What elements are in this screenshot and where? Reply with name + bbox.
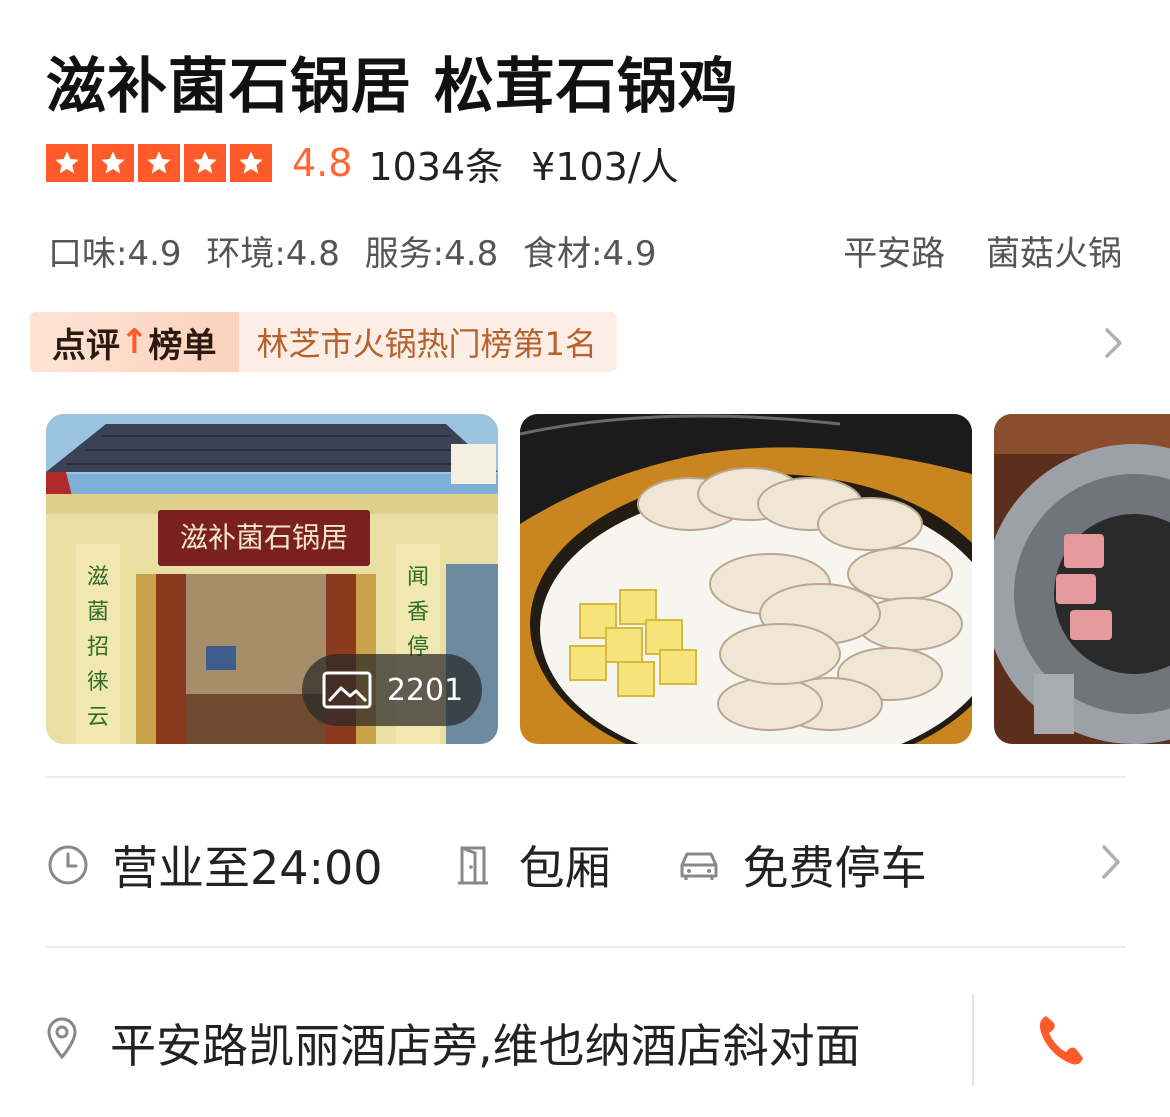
star-icon — [92, 144, 134, 182]
environment-score: 环境:4.8 — [206, 234, 340, 274]
hotpot-image — [994, 414, 1170, 744]
shop-title: 滋补菌石锅居 松茸石锅鸡 — [46, 52, 739, 122]
shop-info-row[interactable]: 营业至24:00 包厢 免费停车 — [46, 830, 1126, 900]
divider — [46, 946, 1126, 948]
door-icon — [457, 846, 488, 885]
clock-icon — [48, 845, 88, 885]
business-hours: 营业至24:00 — [46, 832, 383, 898]
storefront-photo[interactable]: 滋补菌石锅居 滋 菌 招 徕 云 闻 香 停 2201 — [46, 414, 498, 744]
average-price: ¥103/人 — [531, 144, 679, 189]
rating-row: 4.8 1034条 ¥103/人 — [46, 140, 679, 189]
sub-scores: 口味:4.9 环境:4.8 服务:4.8 食材:4.9 — [48, 226, 671, 275]
photo-count: 2201 — [386, 672, 464, 708]
chevron-right-icon[interactable] — [1098, 842, 1124, 882]
divider — [46, 776, 1126, 778]
shop-tags: 平安路 菌菇火锅 — [813, 226, 1122, 275]
business-hours-text: 营业至24:00 — [112, 841, 383, 895]
ranking-banner[interactable]: 点评 ↑ 榜单 林芝市火锅热门榜第1名 — [30, 312, 617, 372]
storefront-sign-text: 滋补菌石锅居 — [180, 521, 348, 554]
star-icon — [46, 144, 88, 182]
category-tag[interactable]: 菌菇火锅 — [986, 234, 1122, 274]
ranking-badge-suffix: 榜单 — [148, 325, 217, 366]
svg-text:香: 香 — [407, 600, 429, 625]
ranking-badge: 点评 ↑ 榜单 — [30, 312, 239, 372]
svg-text:滋: 滋 — [87, 565, 109, 590]
free-parking-text: 免费停车 — [742, 841, 927, 895]
up-arrow-icon: ↑ — [120, 322, 149, 362]
ingredients-score: 食材:4.9 — [523, 234, 657, 274]
address-text[interactable]: 平安路凯丽酒店旁,维也纳酒店斜对面 — [110, 1010, 861, 1076]
location-tag[interactable]: 平安路 — [843, 234, 945, 274]
svg-text:菌: 菌 — [87, 600, 109, 625]
matsutake-image — [520, 414, 972, 744]
star-icon — [184, 144, 226, 182]
divider-vertical — [972, 994, 974, 1086]
svg-text:招: 招 — [87, 635, 109, 660]
phone-icon[interactable] — [1036, 1012, 1084, 1068]
taste-score: 口味:4.9 — [48, 234, 182, 274]
address-row[interactable]: 平安路凯丽酒店旁,维也纳酒店斜对面 — [46, 994, 1126, 1086]
image-icon — [322, 671, 372, 709]
free-parking: 免费停车 — [677, 832, 927, 898]
ranking-text: 林芝市火锅热门榜第1名 — [238, 312, 617, 372]
private-room: 包厢 — [453, 832, 611, 898]
chevron-right-icon[interactable] — [1102, 326, 1126, 360]
private-room-text: 包厢 — [518, 841, 611, 895]
star-icon — [138, 144, 180, 182]
rating-score: 4.8 — [292, 141, 353, 185]
svg-text:云: 云 — [87, 705, 109, 730]
photo-gallery[interactable]: 滋补菌石锅居 滋 菌 招 徕 云 闻 香 停 2201 — [46, 414, 1170, 744]
ranking-badge-prefix: 点评 — [52, 325, 120, 366]
review-count[interactable]: 1034条 — [368, 136, 503, 191]
location-pin-icon — [47, 1017, 77, 1060]
dish-photo-matsutake[interactable] — [520, 414, 972, 744]
svg-text:徕: 徕 — [87, 670, 109, 695]
dish-photo-hotpot[interactable] — [994, 414, 1170, 744]
svg-text:闻: 闻 — [407, 565, 429, 590]
service-score: 服务:4.8 — [364, 234, 499, 274]
star-icon — [230, 144, 272, 182]
car-icon — [680, 852, 718, 880]
photo-count-badge[interactable]: 2201 — [302, 654, 482, 726]
star-rating — [46, 144, 272, 182]
